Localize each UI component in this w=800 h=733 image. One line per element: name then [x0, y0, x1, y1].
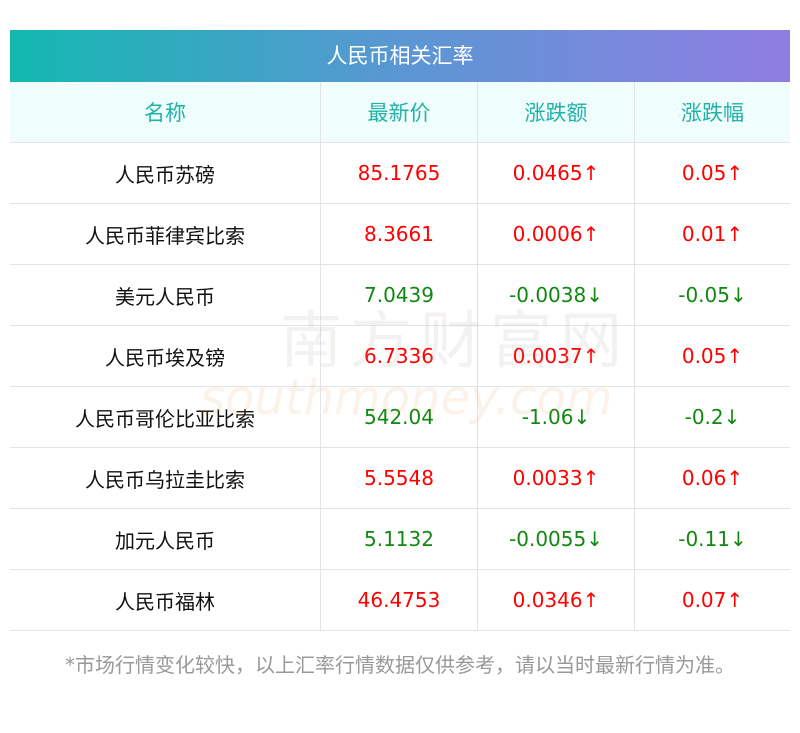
table-row[interactable]: 人民币埃及镑 6.7336 0.0037↑ 0.05↑ — [10, 325, 790, 387]
table-row[interactable]: 人民币福林 46.4753 0.0346↑ 0.07↑ — [10, 569, 790, 631]
panel-title: 人民币相关汇率 — [10, 30, 790, 82]
price-change: 0.0006↑ — [477, 203, 635, 265]
currency-pair-name: 人民币哥伦比亚比索 — [10, 386, 321, 448]
column-header-name: 名称 — [10, 82, 321, 143]
price-change: -1.06↓ — [477, 386, 635, 448]
price-change: -0.0038↓ — [477, 264, 635, 326]
table-row[interactable]: 人民币苏磅 85.1765 0.0465↑ 0.05↑ — [10, 142, 790, 204]
price-change: 0.0037↑ — [477, 325, 635, 387]
table-row[interactable]: 人民币乌拉圭比索 5.5548 0.0033↑ 0.06↑ — [10, 447, 790, 509]
price-change: 0.0465↑ — [477, 142, 635, 204]
latest-price: 46.4753 — [320, 569, 478, 631]
latest-price: 7.0439 — [320, 264, 478, 326]
currency-pair-name: 人民币福林 — [10, 569, 321, 631]
currency-pair-name: 人民币菲律宾比索 — [10, 203, 321, 265]
percent-change: -0.2↓ — [634, 386, 790, 448]
exchange-rate-panel: 人民币相关汇率 名称 最新价 涨跌额 涨跌幅 人民币苏磅 85.1765 0.046… — [10, 30, 790, 631]
table-row[interactable]: 加元人民币 5.1132 -0.0055↓ -0.11↓ — [10, 508, 790, 570]
currency-pair-name: 美元人民币 — [10, 264, 321, 326]
currency-pair-name: 加元人民币 — [10, 508, 321, 570]
latest-price: 6.7336 — [320, 325, 478, 387]
percent-change: 0.01↑ — [634, 203, 790, 265]
currency-pair-name: 人民币乌拉圭比索 — [10, 447, 321, 509]
table-row[interactable]: 人民币哥伦比亚比索 542.04 -1.06↓ -0.2↓ — [10, 386, 790, 448]
currency-pair-name: 人民币苏磅 — [10, 142, 321, 204]
table-row[interactable]: 人民币菲律宾比索 8.3661 0.0006↑ 0.01↑ — [10, 203, 790, 265]
exchange-rate-table: 名称 最新价 涨跌额 涨跌幅 人民币苏磅 85.1765 0.0465↑ 0.05↑ 人… — [10, 82, 790, 631]
percent-change: -0.11↓ — [634, 508, 790, 570]
column-header-price: 最新价 — [320, 82, 478, 143]
percent-change: 0.06↑ — [634, 447, 790, 509]
percent-change: 0.05↑ — [634, 325, 790, 387]
price-change: -0.0055↓ — [477, 508, 635, 570]
percent-change: 0.07↑ — [634, 569, 790, 631]
latest-price: 5.1132 — [320, 508, 478, 570]
latest-price: 8.3661 — [320, 203, 478, 265]
column-header-percent: 涨跌幅 — [634, 82, 790, 143]
latest-price: 5.5548 — [320, 447, 478, 509]
table-row[interactable]: 美元人民币 7.0439 -0.0038↓ -0.05↓ — [10, 264, 790, 326]
latest-price: 85.1765 — [320, 142, 478, 204]
currency-pair-name: 人民币埃及镑 — [10, 325, 321, 387]
price-change: 0.0033↑ — [477, 447, 635, 509]
percent-change: -0.05↓ — [634, 264, 790, 326]
disclaimer-note: *市场行情变化较快，以上汇率行情数据仅供参考，请以当时最新行情为准。 — [65, 653, 735, 677]
column-header-change: 涨跌额 — [477, 82, 635, 143]
table-header-row: 名称 最新价 涨跌额 涨跌幅 — [10, 82, 790, 143]
percent-change: 0.05↑ — [634, 142, 790, 204]
price-change: 0.0346↑ — [477, 569, 635, 631]
latest-price: 542.04 — [320, 386, 478, 448]
